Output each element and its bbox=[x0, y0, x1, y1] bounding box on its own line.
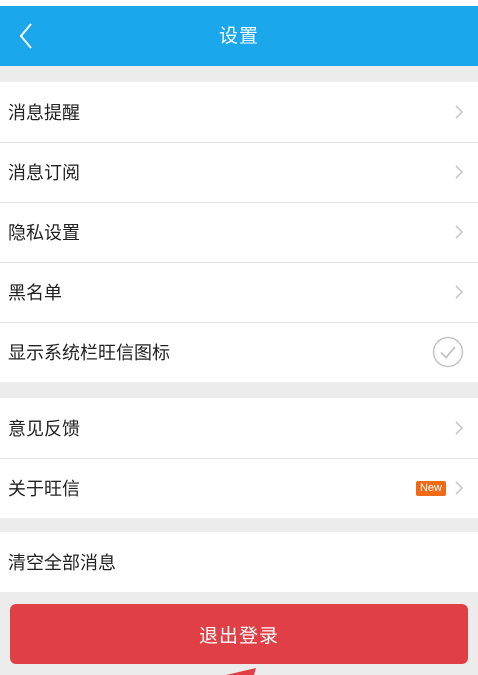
new-badge: New bbox=[415, 480, 446, 496]
settings-item-message-subscription[interactable]: 消息订阅 bbox=[0, 142, 478, 202]
settings-item-label: 清空全部消息 bbox=[8, 553, 116, 574]
settings-item-blacklist[interactable]: 黑名单 bbox=[0, 262, 478, 322]
logout-button[interactable]: 退出登录 bbox=[10, 604, 468, 664]
settings-item-message-reminder[interactable]: 消息提醒 bbox=[0, 82, 478, 142]
chevron-right-icon bbox=[455, 285, 464, 299]
settings-item-label: 关于旺信 bbox=[8, 479, 80, 500]
settings-group-clear: 清空全部消息 bbox=[0, 532, 478, 592]
chevron-right-icon bbox=[455, 481, 464, 495]
settings-item-label: 消息订阅 bbox=[8, 163, 80, 184]
chevron-right-icon bbox=[455, 225, 464, 239]
settings-item-about[interactable]: 关于旺信 New bbox=[0, 458, 478, 518]
checkmark-circle-icon[interactable] bbox=[432, 336, 464, 368]
settings-group-about: 意见反馈 关于旺信 New bbox=[0, 398, 478, 518]
settings-item-label: 黑名单 bbox=[8, 283, 62, 304]
settings-item-show-statusbar-icon[interactable]: 显示系统栏旺信图标 bbox=[0, 322, 478, 382]
chevron-right-icon bbox=[455, 165, 464, 179]
section-gap bbox=[0, 382, 478, 398]
chevron-right-icon bbox=[455, 421, 464, 435]
section-gap bbox=[0, 518, 478, 532]
navigation-bar: 设置 bbox=[0, 6, 478, 66]
settings-item-feedback[interactable]: 意见反馈 bbox=[0, 398, 478, 458]
settings-item-label: 隐私设置 bbox=[8, 223, 80, 244]
logout-container: 退出登录 bbox=[0, 592, 478, 664]
pointer-arrow-icon bbox=[226, 668, 256, 675]
settings-item-clear-all-messages[interactable]: 清空全部消息 bbox=[0, 532, 478, 592]
chevron-right-icon bbox=[455, 105, 464, 119]
settings-item-label: 消息提醒 bbox=[8, 103, 80, 124]
page-title: 设置 bbox=[218, 25, 259, 47]
settings-group-general: 消息提醒 消息订阅 隐私设置 黑名单 显示系统栏旺信图标 bbox=[0, 82, 478, 382]
settings-item-privacy[interactable]: 隐私设置 bbox=[0, 202, 478, 262]
settings-item-label: 意见反馈 bbox=[8, 419, 80, 440]
settings-item-label: 显示系统栏旺信图标 bbox=[8, 343, 170, 364]
logout-label: 退出登录 bbox=[198, 624, 279, 647]
section-gap bbox=[0, 66, 478, 82]
